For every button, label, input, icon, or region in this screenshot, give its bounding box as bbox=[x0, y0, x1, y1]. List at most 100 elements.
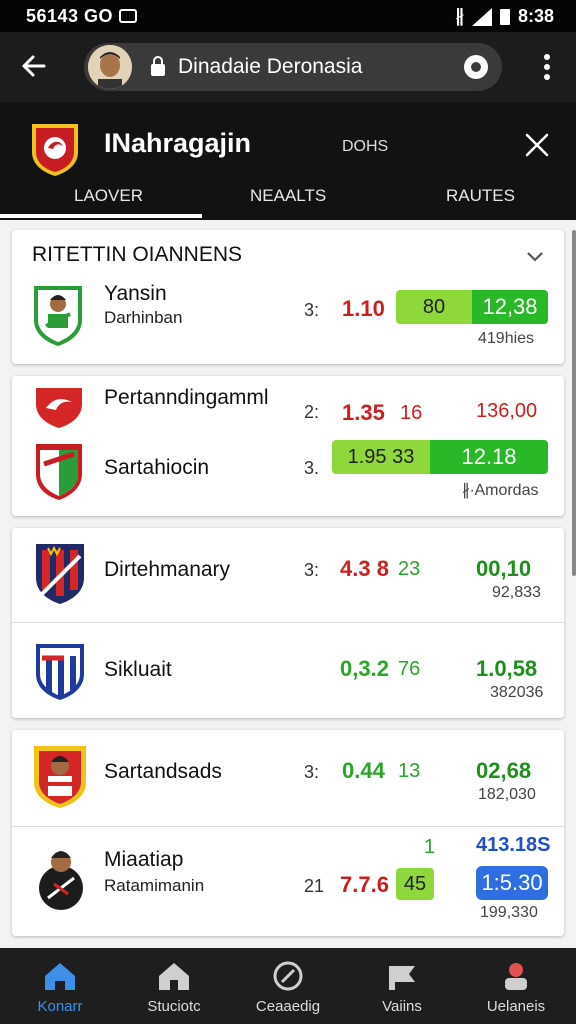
match-footnote: ∦∙Amordas bbox=[462, 482, 539, 499]
tab-1[interactable]: LAOVER bbox=[74, 186, 143, 206]
team-badge bbox=[34, 640, 86, 702]
match-footnote: 199,330 bbox=[480, 904, 538, 921]
odds-chip[interactable]: 45 bbox=[396, 868, 434, 900]
nav-betting[interactable]: Ceaaedig bbox=[238, 948, 338, 1024]
app-subtitle: DOHS bbox=[342, 138, 389, 155]
section-title: RITETTIN OIANNENS bbox=[32, 243, 243, 266]
lock-icon bbox=[150, 56, 166, 76]
odds-total: 1.0,58 bbox=[476, 656, 538, 681]
match-number: 21 bbox=[304, 876, 325, 896]
match-footnote: 92,833 bbox=[492, 584, 541, 601]
nav-label: Konarr bbox=[37, 998, 83, 1015]
profile-avatar[interactable] bbox=[88, 45, 132, 89]
screenshot-icon bbox=[119, 9, 138, 23]
odds-total: 00,10 bbox=[476, 556, 532, 581]
odds-top: 1 bbox=[424, 836, 436, 858]
odds-value[interactable]: 1.10 bbox=[342, 296, 385, 322]
team-subtitle: Darhinban bbox=[104, 308, 183, 327]
team-name: Sartandsads bbox=[104, 760, 222, 783]
nav-label: Vaiins bbox=[382, 998, 422, 1015]
profile-icon bbox=[505, 963, 527, 990]
match-footnote: 182,030 bbox=[478, 786, 536, 803]
app-title: INahragajin bbox=[104, 128, 252, 158]
match-number: 3. bbox=[304, 458, 320, 478]
match-card[interactable]: Dirtehmanary 3: 4.3 8 23 00,10 92,833 Si… bbox=[12, 528, 564, 718]
odds-total-top: 413.18S bbox=[476, 834, 551, 856]
odds-value[interactable]: 0,3.2 bbox=[340, 656, 389, 682]
nav-label: Ceaaedig bbox=[255, 998, 321, 1015]
odds-value[interactable]: 7.7.6 bbox=[340, 872, 389, 898]
nav-label: Uelaneis bbox=[486, 998, 546, 1015]
team-badge bbox=[32, 440, 86, 502]
scrollbar[interactable] bbox=[572, 230, 576, 576]
match-card[interactable]: Sartandsads 3: 0.44 13 02,68 182,030 Mia… bbox=[12, 730, 564, 936]
house-icon bbox=[159, 963, 189, 990]
team-badge bbox=[32, 742, 88, 810]
team-name: Pertanndingamml bbox=[104, 386, 269, 409]
odds-value[interactable]: 1.35 bbox=[342, 400, 385, 426]
nav-teams[interactable]: Vaiins bbox=[352, 948, 452, 1024]
match-footnote: 419hies bbox=[478, 330, 535, 347]
browser-bar: Dinadaie Deronasia bbox=[0, 32, 576, 102]
back-arrow-icon[interactable] bbox=[18, 50, 50, 82]
match-card[interactable]: Pertanndingamml 2: 1.35 16 136,00 Sartah… bbox=[12, 376, 564, 516]
address-bar[interactable]: Dinadaie Deronasia bbox=[84, 43, 502, 91]
team-name: Dirtehmanary bbox=[104, 558, 231, 581]
team-name: Miaatiap bbox=[104, 848, 184, 871]
team-badge bbox=[32, 384, 86, 430]
tab-bar: LAOVER NEAALTS RAUTES bbox=[0, 180, 576, 220]
ball-icon bbox=[273, 961, 303, 991]
content-area: RITETTIN OIANNENS Yansin Darhinban 3: 1.… bbox=[0, 220, 576, 948]
odds-secondary: 76 bbox=[398, 658, 421, 680]
odds-secondary: 16 bbox=[400, 402, 423, 424]
tab-indicator bbox=[0, 214, 202, 218]
match-number: 3: bbox=[304, 300, 320, 320]
odds-chip-blue[interactable]: 1:5.30 bbox=[476, 866, 548, 900]
signal-icon bbox=[471, 7, 492, 26]
match-number: 2: bbox=[304, 402, 320, 422]
row-divider bbox=[12, 622, 564, 623]
match-number: 3: bbox=[304, 560, 320, 580]
more-options-icon[interactable] bbox=[544, 54, 552, 82]
chevron-down-icon[interactable] bbox=[526, 250, 543, 266]
team-subtitle: Ratamimanin bbox=[104, 876, 205, 895]
match-number: 3: bbox=[304, 762, 320, 782]
status-right: ∦ 8:38 bbox=[455, 6, 554, 27]
odds-value[interactable]: 0.44 bbox=[342, 758, 385, 784]
tab-2[interactable]: NEAALTS bbox=[250, 186, 326, 206]
club-logo bbox=[28, 120, 82, 176]
team-badge bbox=[32, 282, 84, 348]
team-name: Sartahiocin bbox=[104, 456, 210, 479]
odds-bar[interactable]: 1.95 33 12.18 bbox=[332, 440, 548, 474]
match-footnote: 382036 bbox=[490, 684, 544, 701]
app-header: INahragajin DOHS LAOVER NEAALTS RAUTES bbox=[0, 102, 576, 220]
team-badge bbox=[34, 844, 88, 910]
url-text: Dinadaie Deronasia bbox=[178, 55, 363, 78]
odds-secondary: 13 bbox=[398, 760, 421, 782]
status-left: 56143 GO bbox=[26, 6, 138, 27]
odds-bar-left: 80 bbox=[396, 290, 472, 324]
nav-studio[interactable]: Stuciotc bbox=[124, 948, 224, 1024]
tab-3[interactable]: RAUTES bbox=[446, 186, 515, 206]
nav-profile[interactable]: Uelaneis bbox=[466, 948, 566, 1024]
status-bar: 56143 GO ∦ 8:38 bbox=[0, 0, 576, 32]
odds-bar-right: 12,38 bbox=[472, 290, 548, 324]
team-name: Yansin bbox=[104, 282, 167, 305]
odds-value[interactable]: 4.3 8 bbox=[340, 556, 389, 582]
team-name: Sikluait bbox=[104, 658, 172, 681]
odds-total: 02,68 bbox=[476, 758, 532, 783]
nav-label: Stuciotc bbox=[147, 998, 201, 1015]
nav-home[interactable]: Konarr bbox=[10, 948, 110, 1024]
odds-bar-left: 1.95 33 bbox=[332, 440, 430, 474]
home-icon bbox=[45, 963, 75, 990]
status-carrier: 56143 GO bbox=[26, 6, 114, 26]
close-icon[interactable] bbox=[524, 132, 550, 158]
team-badge bbox=[34, 540, 86, 606]
row-divider bbox=[12, 826, 564, 827]
bluetooth-icon: ∦ bbox=[454, 6, 464, 26]
odds-bar[interactable]: 80 12,38 bbox=[396, 290, 548, 324]
flag-icon bbox=[389, 966, 415, 990]
eye-icon[interactable] bbox=[464, 55, 488, 79]
match-card[interactable]: RITETTIN OIANNENS Yansin Darhinban 3: 1.… bbox=[12, 230, 564, 364]
status-time: 8:38 bbox=[517, 6, 554, 26]
